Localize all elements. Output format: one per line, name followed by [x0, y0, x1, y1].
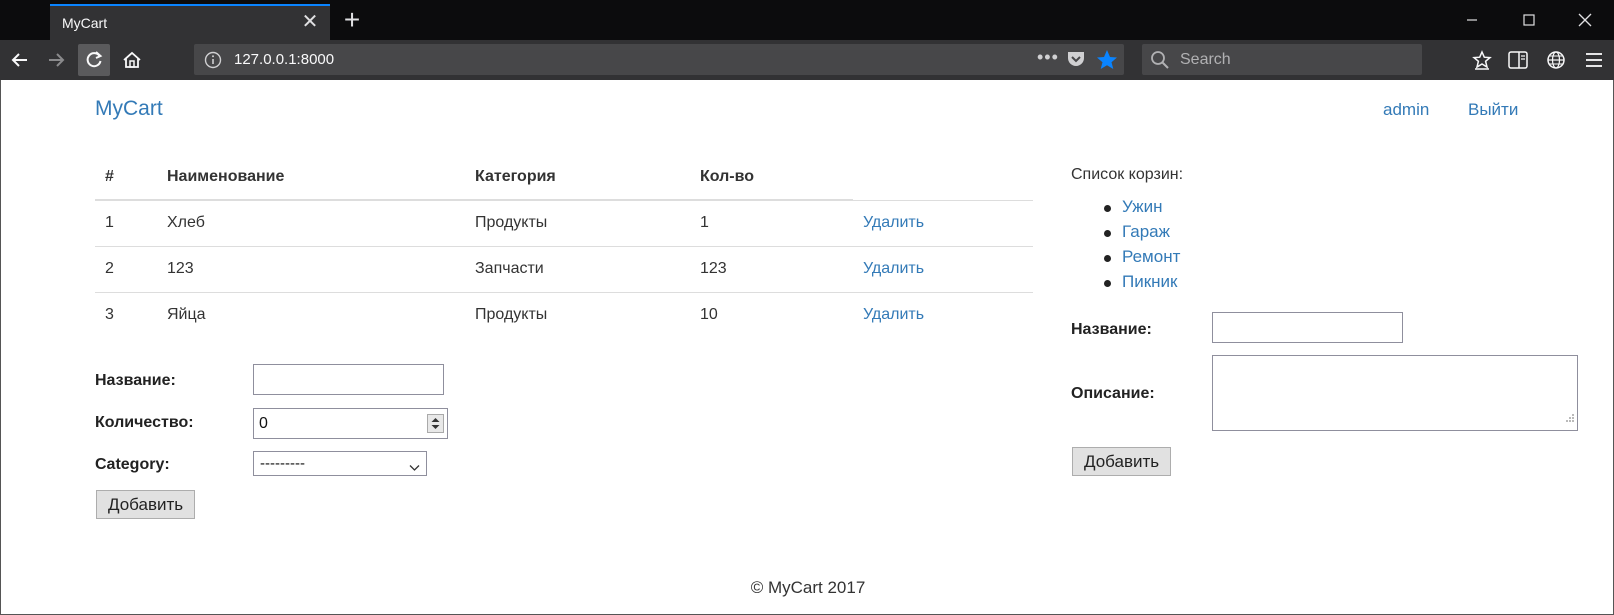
brand-link[interactable]: MyCart: [95, 97, 163, 121]
resize-grip-icon[interactable]: [1565, 410, 1575, 428]
table-row: 3 Яйца Продукты 10 Удалить: [95, 291, 1033, 338]
column-header-name: Наименование: [157, 154, 465, 201]
column-header-category: Категория: [465, 154, 690, 201]
hamburger-menu-icon[interactable]: [1580, 46, 1608, 74]
home-icon[interactable]: [116, 44, 148, 76]
cart-name-input[interactable]: [1212, 312, 1403, 343]
cart-description-textarea[interactable]: [1212, 355, 1578, 431]
forward-icon[interactable]: [40, 44, 72, 76]
row-category: Продукты: [465, 199, 690, 246]
library-icon[interactable]: [1468, 46, 1496, 74]
add-cart-button[interactable]: Добавить: [1072, 447, 1172, 476]
column-header-actions: [853, 154, 1033, 201]
column-header-quantity: Кол-во: [690, 154, 853, 201]
back-icon[interactable]: [4, 44, 36, 76]
cart-name-label: Название:: [1071, 321, 1152, 338]
sidebar-icon[interactable]: [1504, 46, 1532, 74]
row-name: 123: [157, 245, 465, 292]
window-close-icon[interactable]: [1556, 0, 1614, 40]
reload-icon[interactable]: [78, 44, 110, 76]
cart-link[interactable]: Ремонт: [1122, 247, 1180, 266]
item-category-select[interactable]: ---------: [253, 451, 427, 476]
cart-link[interactable]: Гараж: [1122, 222, 1170, 241]
row-quantity: 123: [690, 245, 853, 292]
row-quantity: 1: [690, 199, 853, 246]
list-item: Ремонт: [1104, 247, 1180, 272]
delete-link[interactable]: Удалить: [863, 214, 924, 231]
row-actions: Удалить: [853, 291, 1033, 338]
cart-link[interactable]: Ужин: [1122, 197, 1163, 216]
row-actions: Удалить: [853, 245, 1033, 292]
table-row: 1 Хлеб Продукты 1 Удалить: [95, 199, 1033, 246]
row-name: Яйца: [157, 291, 465, 338]
item-category-label: Category:: [95, 456, 170, 473]
row-number: 1: [95, 199, 157, 246]
table-header-row: # Наименование Категория Кол-во: [95, 154, 1033, 201]
row-quantity: 10: [690, 291, 853, 338]
tab-title: MyCart: [62, 15, 108, 31]
tab-close-icon[interactable]: ✕: [300, 12, 320, 32]
bookmark-star-icon[interactable]: [1096, 49, 1118, 75]
page-content: MyCart admin Выйти # Наименование Катего…: [0, 80, 1614, 615]
chevron-down-icon: [409, 459, 420, 477]
item-name-input[interactable]: [253, 364, 444, 395]
list-item: Пикник: [1104, 272, 1180, 297]
row-actions: Удалить: [853, 199, 1033, 246]
add-item-button[interactable]: Добавить: [96, 490, 196, 519]
user-link[interactable]: admin: [1383, 100, 1429, 120]
logout-link[interactable]: Выйти: [1468, 100, 1518, 120]
item-quantity-label: Количество:: [95, 414, 194, 431]
carts-list: Ужин Гараж Ремонт Пикник: [1104, 197, 1180, 297]
cart-link[interactable]: Пикник: [1122, 272, 1177, 291]
browser-toolbar: 127.0.0.1:8000 ••• Search: [0, 40, 1614, 80]
row-number: 3: [95, 291, 157, 338]
browser-titlebar: MyCart ✕ +: [0, 0, 1614, 40]
delete-link[interactable]: Удалить: [863, 306, 924, 323]
maximize-icon[interactable]: [1500, 0, 1558, 40]
url-bar[interactable]: 127.0.0.1:8000 •••: [194, 44, 1124, 75]
column-header-number: #: [95, 154, 157, 201]
item-quantity-value: 0: [259, 415, 268, 432]
item-quantity-input[interactable]: 0: [253, 408, 448, 439]
page-actions-icon[interactable]: •••: [1037, 47, 1059, 68]
quantity-stepper[interactable]: [427, 414, 444, 433]
item-name-label: Название:: [95, 372, 176, 389]
cart-description-label: Описание:: [1071, 385, 1155, 402]
row-number: 2: [95, 245, 157, 292]
table-row: 2 123 Запчасти 123 Удалить: [95, 245, 1033, 292]
globe-icon[interactable]: [1542, 46, 1570, 74]
search-bar[interactable]: Search: [1142, 44, 1422, 75]
search-icon: [1150, 50, 1170, 75]
list-item: Гараж: [1104, 222, 1180, 247]
search-input[interactable]: Search: [1180, 51, 1231, 69]
footer-copyright: © MyCart 2017: [750, 578, 866, 597]
list-item: Ужин: [1104, 197, 1180, 222]
site-info-icon[interactable]: [204, 51, 222, 74]
row-category: Продукты: [465, 291, 690, 338]
row-name: Хлеб: [157, 199, 465, 246]
carts-list-title: Список корзин:: [1071, 166, 1184, 183]
items-table: # Наименование Категория Кол-во 1 Хлеб П…: [95, 154, 1033, 338]
row-category: Запчасти: [465, 245, 690, 292]
category-selected-value: ---------: [260, 455, 305, 472]
delete-link[interactable]: Удалить: [863, 260, 924, 277]
minimize-icon[interactable]: [1443, 0, 1501, 40]
pocket-icon[interactable]: [1066, 50, 1086, 73]
new-tab-icon[interactable]: +: [340, 6, 364, 34]
url-text[interactable]: 127.0.0.1:8000: [234, 51, 334, 68]
browser-tab[interactable]: MyCart ✕: [50, 4, 330, 40]
